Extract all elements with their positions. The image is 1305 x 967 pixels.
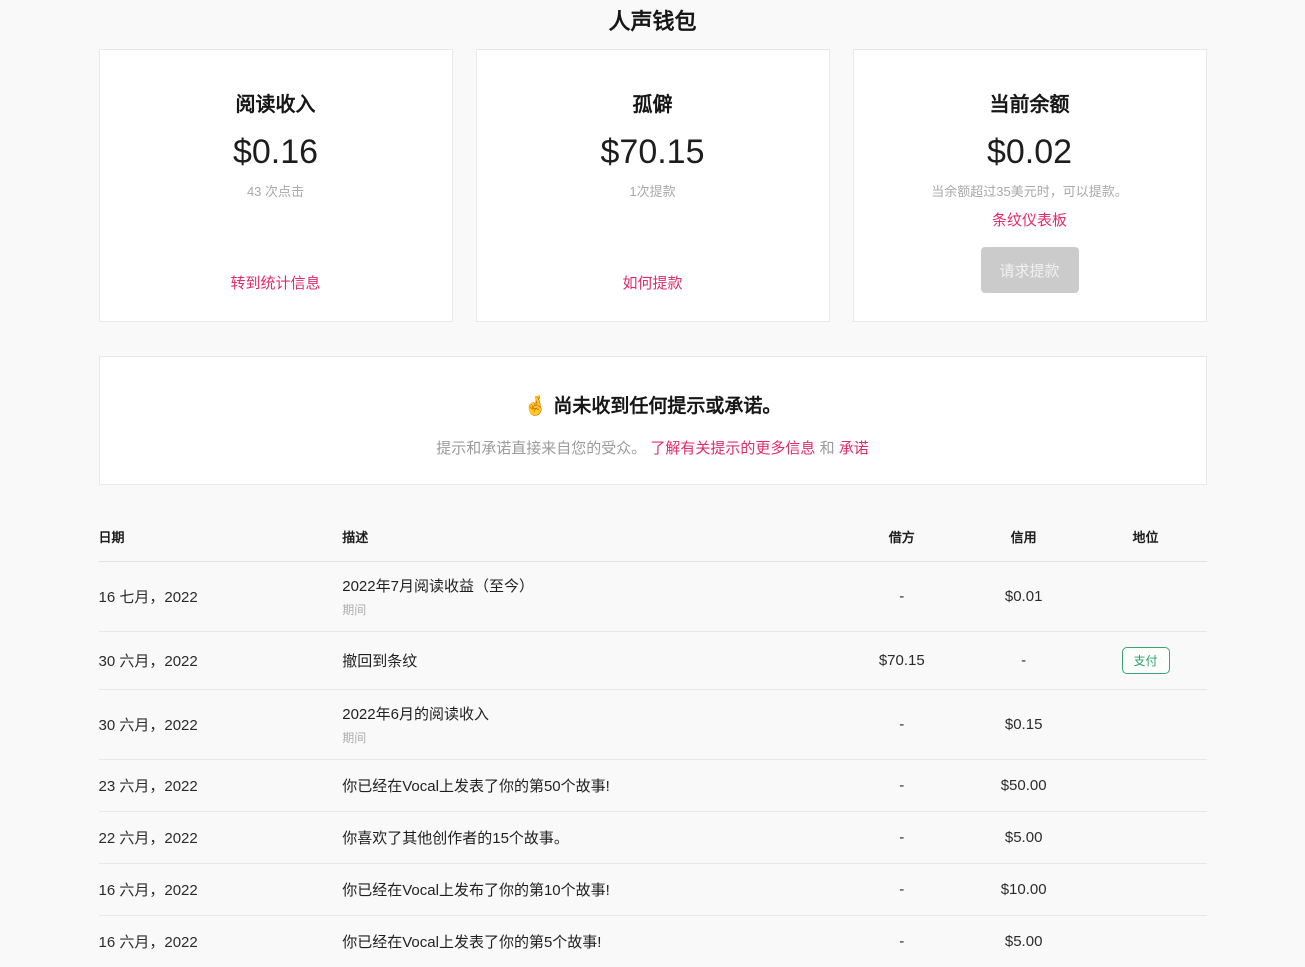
withdrawn-heading: 孤僻 <box>601 88 705 117</box>
table-row: 23 六月，2022 你已经在Vocal上发表了你的第50个故事! - $50.… <box>99 760 1207 812</box>
header-description: 描述 <box>342 517 841 562</box>
how-to-withdraw-link[interactable]: 如何提款 <box>622 272 682 293</box>
wallet-page: 人声钱包 阅读收入 $0.16 43 次点击 转到统计信息 孤僻 $70.15 … <box>99 0 1207 967</box>
withdrawn-amount: $70.15 <box>601 133 705 172</box>
txn-description-text: 你已经在Vocal上发布了你的第10个故事! <box>342 879 841 900</box>
current-balance-content: 当前余额 $0.02 当余额超过35美元时，可以提款。 <box>931 88 1127 200</box>
header-debit: 借方 <box>841 517 963 562</box>
header-credit: 信用 <box>963 517 1085 562</box>
txn-description-text: 2022年7月阅读收益（至今） <box>342 575 841 596</box>
go-to-stats-link[interactable]: 转到统计信息 <box>230 272 320 293</box>
withdraw-threshold-note: 当余额超过35美元时，可以提款。 <box>931 181 1127 200</box>
current-balance-actions: 条纹仪表板 请求提款 <box>981 209 1079 293</box>
txn-debit: - <box>841 760 963 812</box>
txn-description: 2022年7月阅读收益（至今） 期间 <box>342 562 841 632</box>
txn-credit: $0.01 <box>963 562 1085 632</box>
txn-description-sub: 期间 <box>342 601 841 618</box>
txn-description: 你喜欢了其他创作者的15个故事。 <box>342 812 841 864</box>
txn-debit: - <box>841 562 963 632</box>
txn-description-text: 你喜欢了其他创作者的15个故事。 <box>342 827 841 848</box>
withdrawn-card: 孤僻 $70.15 1次提款 如何提款 <box>476 49 830 322</box>
txn-credit: $5.00 <box>963 812 1085 864</box>
reading-earnings-heading: 阅读收入 <box>233 88 318 117</box>
tips-notice-title: 🤞尚未收到任何提示或承诺。 <box>100 391 1206 418</box>
txn-status <box>1085 562 1207 632</box>
header-status: 地位 <box>1085 517 1207 562</box>
reading-earnings-reads-count: 43 次点击 <box>233 181 318 200</box>
reading-earnings-amount: $0.16 <box>233 133 318 172</box>
txn-date: 23 六月，2022 <box>99 760 343 812</box>
txn-date: 22 六月，2022 <box>99 812 343 864</box>
pledges-link[interactable]: 承诺 <box>839 440 869 457</box>
current-balance-amount: $0.02 <box>931 133 1127 172</box>
txn-description: 你已经在Vocal上发表了你的第50个故事! <box>342 760 841 812</box>
transactions-table: 日期 描述 借方 信用 地位 16 七月，2022 2022年7月阅读收益（至今… <box>99 517 1207 967</box>
txn-status <box>1085 690 1207 760</box>
table-row: 16 六月，2022 你已经在Vocal上发布了你的第10个故事! - $10.… <box>99 864 1207 916</box>
summary-cards: 阅读收入 $0.16 43 次点击 转到统计信息 孤僻 $70.15 1次提款 … <box>99 49 1207 322</box>
txn-date: 30 六月，2022 <box>99 690 343 760</box>
withdrawals-count: 1次提款 <box>601 181 705 200</box>
table-row: 16 六月，2022 你已经在Vocal上发表了你的第5个故事! - $5.00 <box>99 916 1207 967</box>
txn-debit: - <box>841 916 963 967</box>
txn-description-text: 撤回到条纹 <box>342 650 841 671</box>
txn-description: 2022年6月的阅读收入 期间 <box>342 690 841 760</box>
txn-debit: - <box>841 864 963 916</box>
txn-description-text: 你已经在Vocal上发表了你的第5个故事! <box>342 931 841 952</box>
txn-date: 16 六月，2022 <box>99 864 343 916</box>
current-balance-heading: 当前余额 <box>931 88 1127 117</box>
paid-status-badge: 支付 <box>1122 647 1170 674</box>
txn-description-sub: 期间 <box>342 729 841 746</box>
txn-description: 你已经在Vocal上发表了你的第5个故事! <box>342 916 841 967</box>
table-row: 22 六月，2022 你喜欢了其他创作者的15个故事。 - $5.00 <box>99 812 1207 864</box>
txn-status <box>1085 760 1207 812</box>
txn-date: 16 七月，2022 <box>99 562 343 632</box>
txn-status: 支付 <box>1085 632 1207 690</box>
table-row: 16 七月，2022 2022年7月阅读收益（至今） 期间 - $0.01 <box>99 562 1207 632</box>
txn-debit: - <box>841 690 963 760</box>
current-balance-card: 当前余额 $0.02 当余额超过35美元时，可以提款。 条纹仪表板 请求提款 <box>853 49 1207 322</box>
reading-earnings-content: 阅读收入 $0.16 43 次点击 <box>233 88 318 200</box>
txn-description-text: 你已经在Vocal上发表了你的第50个故事! <box>342 775 841 796</box>
txn-description: 你已经在Vocal上发布了你的第10个故事! <box>342 864 841 916</box>
txn-date: 16 六月，2022 <box>99 916 343 967</box>
txn-status <box>1085 864 1207 916</box>
crossed-fingers-emoji: 🤞 <box>524 396 548 417</box>
txn-description: 撤回到条纹 <box>342 632 841 690</box>
txn-credit: - <box>963 632 1085 690</box>
learn-about-tips-link[interactable]: 了解有关提示的更多信息 <box>650 440 815 457</box>
table-header-row: 日期 描述 借方 信用 地位 <box>99 517 1207 562</box>
request-withdrawal-button[interactable]: 请求提款 <box>981 247 1079 293</box>
txn-status <box>1085 916 1207 967</box>
withdrawn-content: 孤僻 $70.15 1次提款 <box>601 88 705 200</box>
txn-credit: $50.00 <box>963 760 1085 812</box>
txn-debit: $70.15 <box>841 632 963 690</box>
txn-status <box>1085 812 1207 864</box>
tips-notice-body: 提示和承诺直接来自您的受众。 了解有关提示的更多信息 和 承诺 <box>100 437 1206 458</box>
txn-credit: $10.00 <box>963 864 1085 916</box>
table-row: 30 六月，2022 撤回到条纹 $70.15 - 支付 <box>99 632 1207 690</box>
conjunction-text: 和 <box>820 440 835 457</box>
reading-earnings-card: 阅读收入 $0.16 43 次点击 转到统计信息 <box>99 49 453 322</box>
stripe-dashboard-link[interactable]: 条纹仪表板 <box>992 209 1067 230</box>
txn-description-text: 2022年6月的阅读收入 <box>342 703 841 724</box>
txn-credit: $5.00 <box>963 916 1085 967</box>
page-title: 人声钱包 <box>99 4 1207 36</box>
txn-date: 30 六月，2022 <box>99 632 343 690</box>
tips-notice-box: 🤞尚未收到任何提示或承诺。 提示和承诺直接来自您的受众。 了解有关提示的更多信息… <box>99 356 1207 485</box>
txn-debit: - <box>841 812 963 864</box>
tips-notice-title-text: 尚未收到任何提示或承诺。 <box>553 396 781 417</box>
tips-notice-body-text: 提示和承诺直接来自您的受众。 <box>436 440 646 457</box>
table-row: 30 六月，2022 2022年6月的阅读收入 期间 - $0.15 <box>99 690 1207 760</box>
txn-credit: $0.15 <box>963 690 1085 760</box>
header-date: 日期 <box>99 517 343 562</box>
